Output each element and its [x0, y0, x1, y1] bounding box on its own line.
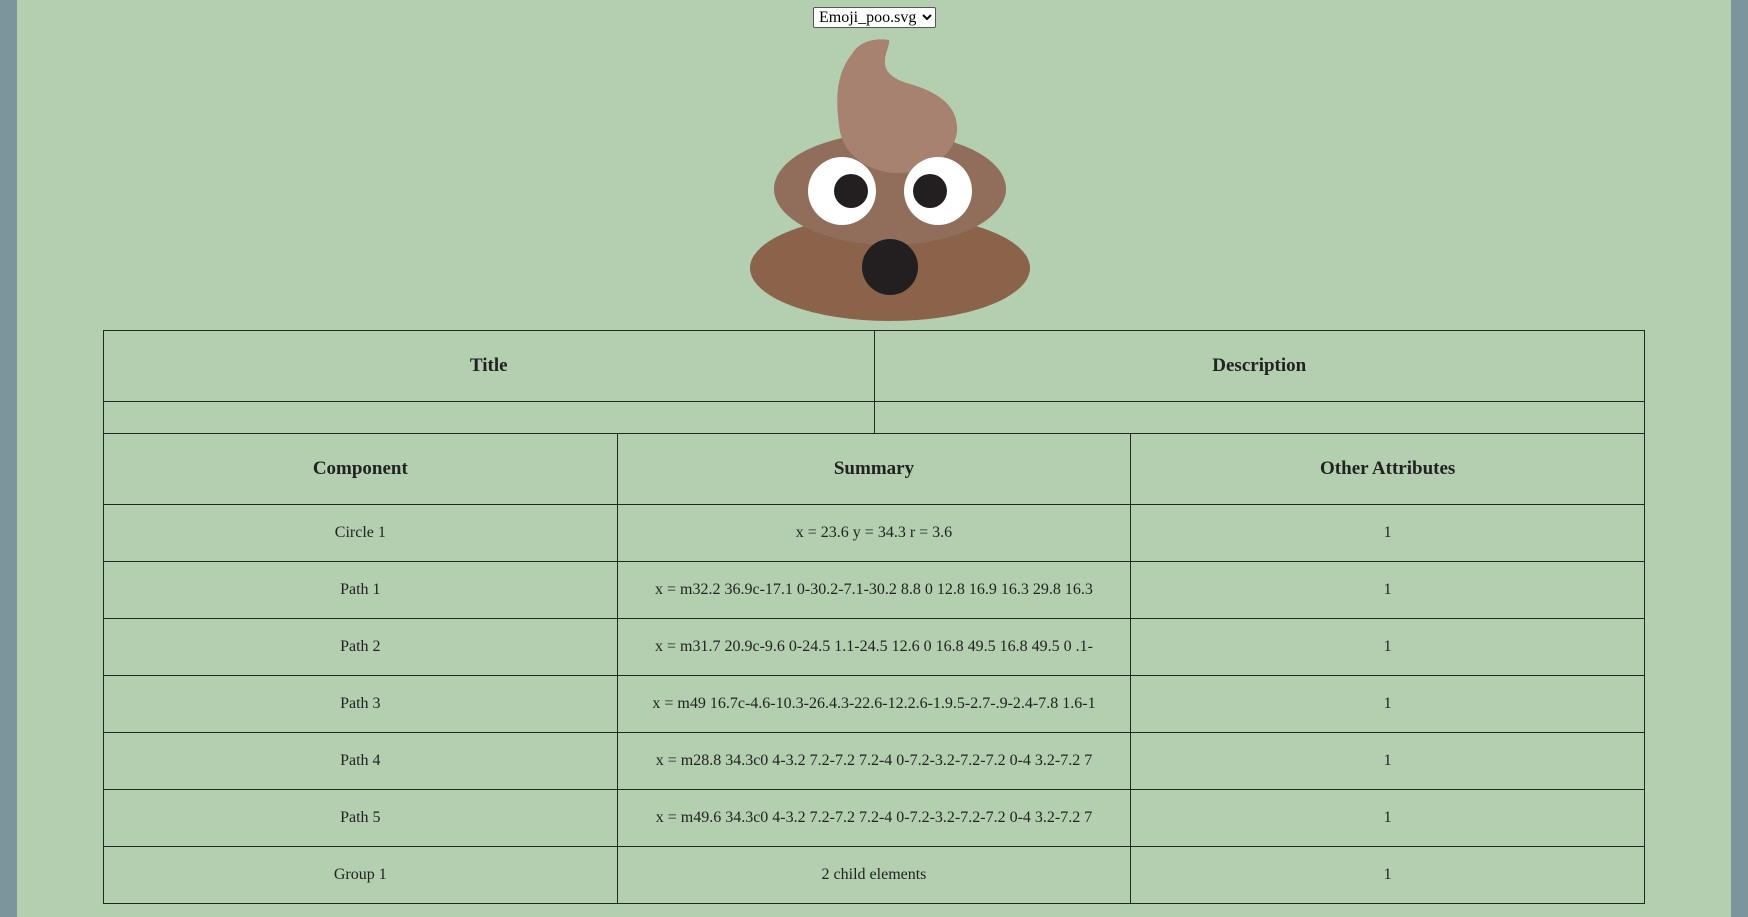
- table-row: Path 1x = m32.2 36.9c-17.1 0-30.2-7.1-30…: [103, 561, 1645, 619]
- right-pupil: [913, 174, 947, 208]
- table-row: Path 5x = m49.6 34.3c0 4-3.2 7.2-7.2 7.2…: [103, 789, 1645, 847]
- metadata-table: Title Description: [103, 330, 1645, 434]
- table-row: Path 4x = m28.8 34.3c0 4-3.2 7.2-7.2 7.2…: [103, 732, 1645, 790]
- component-cell: Circle 1: [103, 504, 618, 562]
- component-cell: Path 5: [103, 789, 618, 847]
- left-pupil: [834, 174, 868, 208]
- emoji-mouth: [862, 239, 918, 295]
- summary-cell: x = 23.6 y = 34.3 r = 3.6: [616, 504, 1132, 562]
- other-attributes-cell: 1: [1130, 618, 1645, 676]
- summary-cell: x = m31.7 20.9c-9.6 0-24.5 1.1-24.5 12.6…: [616, 618, 1132, 676]
- poo-emoji-icon: [750, 39, 1030, 321]
- other-attributes-cell: 1: [1130, 789, 1645, 847]
- table-row: Path 2x = m31.7 20.9c-9.6 0-24.5 1.1-24.…: [103, 618, 1645, 676]
- summary-cell: x = m49 16.7c-4.6-10.3-26.4.3-22.6-12.2.…: [616, 675, 1132, 733]
- page-container: Emoji_poo.svg Title Description Componen…: [17, 0, 1731, 917]
- summary-cell: x = m32.2 36.9c-17.1 0-30.2-7.1-30.2 8.8…: [616, 561, 1132, 619]
- component-cell: Path 4: [103, 732, 618, 790]
- metadata-value-row: [103, 401, 1645, 434]
- metadata-header-row: Title Description: [103, 330, 1645, 402]
- component-header-row: Component Summary Other Attributes: [103, 434, 1645, 505]
- emoji-top: [837, 39, 958, 174]
- table-row: Group 12 child elements 1: [103, 846, 1645, 904]
- title-header: Title: [103, 330, 875, 402]
- other-attributes-cell: 1: [1130, 561, 1645, 619]
- component-header: Component: [103, 434, 618, 505]
- summary-cell: x = m28.8 34.3c0 4-3.2 7.2-7.2 7.2-4 0-7…: [616, 732, 1132, 790]
- component-table: Component Summary Other Attributes Circl…: [103, 434, 1645, 904]
- component-cell: Path 2: [103, 618, 618, 676]
- file-select-dropdown[interactable]: Emoji_poo.svg: [813, 7, 936, 28]
- other-attributes-header: Other Attributes: [1130, 434, 1645, 505]
- component-cell: Group 1: [103, 846, 618, 904]
- description-header: Description: [873, 330, 1645, 402]
- description-value: [873, 401, 1645, 434]
- table-row: Path 3x = m49 16.7c-4.6-10.3-26.4.3-22.6…: [103, 675, 1645, 733]
- summary-header: Summary: [616, 434, 1132, 505]
- table-row: Circle 1x = 23.6 y = 34.3 r = 3.6 1: [103, 504, 1645, 562]
- component-cell: Path 3: [103, 675, 618, 733]
- summary-cell: x = m49.6 34.3c0 4-3.2 7.2-7.2 7.2-4 0-7…: [616, 789, 1132, 847]
- other-attributes-cell: 1: [1130, 675, 1645, 733]
- other-attributes-cell: 1: [1130, 846, 1645, 904]
- summary-cell: 2 child elements: [616, 846, 1132, 904]
- other-attributes-cell: 1: [1130, 732, 1645, 790]
- component-cell: Path 1: [103, 561, 618, 619]
- title-value: [103, 401, 875, 434]
- other-attributes-cell: 1: [1130, 504, 1645, 562]
